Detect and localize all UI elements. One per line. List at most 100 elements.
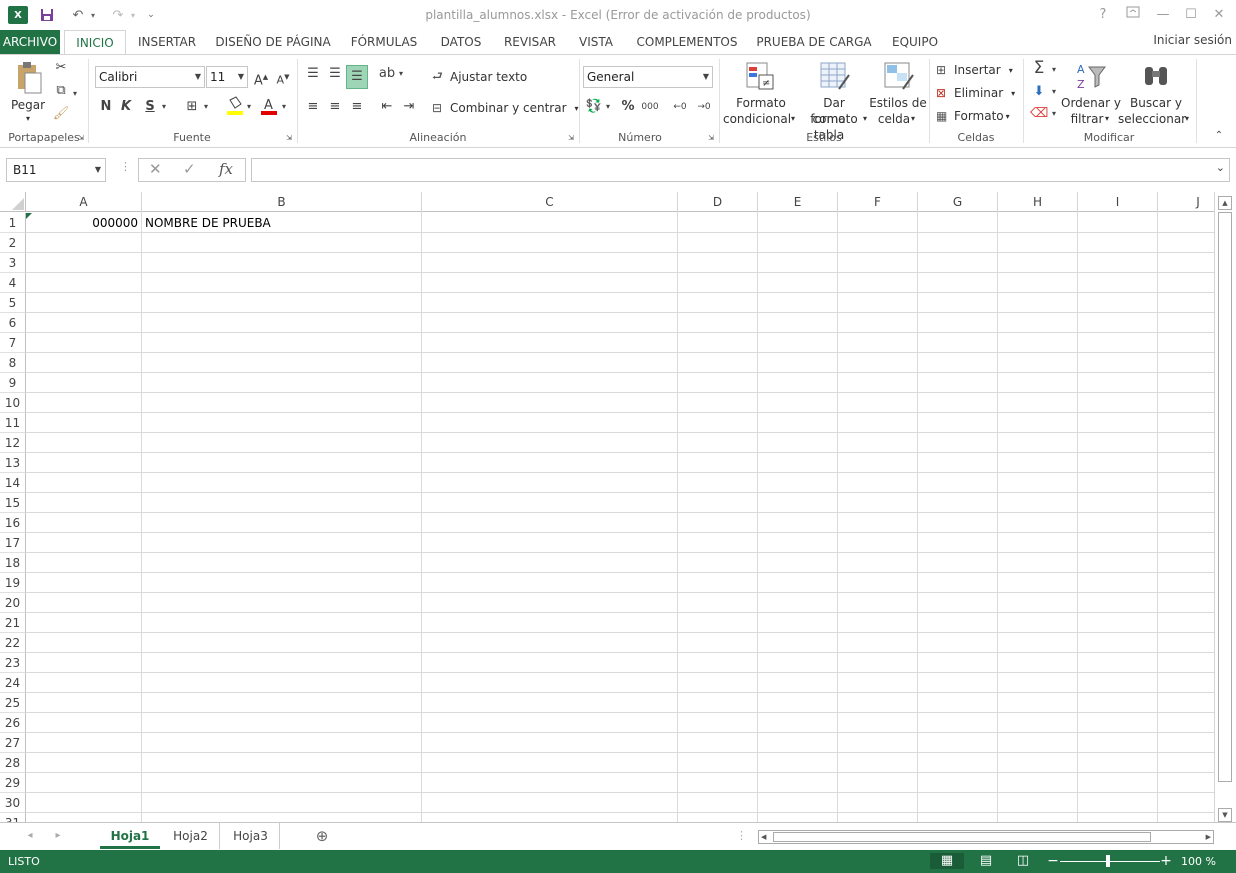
page-break-view-icon[interactable]: ◫: [1014, 853, 1032, 869]
dialog-launcher-icon[interactable]: ⇲: [76, 133, 86, 143]
row-header[interactable]: 22: [0, 633, 26, 653]
sheet-tab-hoja1[interactable]: Hoja1: [100, 823, 160, 849]
tab-formulas[interactable]: FÓRMULAS: [344, 30, 424, 54]
decrease-font-icon[interactable]: A▼: [274, 68, 292, 87]
increase-decimal-icon[interactable]: ←0: [670, 98, 690, 116]
cancel-icon[interactable]: ✕: [149, 160, 162, 178]
zoom-slider-thumb[interactable]: [1106, 855, 1110, 867]
align-middle-icon[interactable]: ☰: [326, 65, 344, 83]
find-select-label-1[interactable]: Buscar y: [1124, 95, 1188, 111]
font-size-dropdown[interactable]: 11 ▼: [206, 66, 248, 88]
paste-dropdown-icon[interactable]: ▾: [8, 111, 48, 127]
collapse-ribbon-icon[interactable]: ⌃: [1212, 129, 1226, 143]
conditional-format-label-1[interactable]: Formato: [722, 95, 800, 111]
row-header[interactable]: 14: [0, 473, 26, 493]
scroll-right-icon[interactable]: ▶: [1206, 831, 1211, 843]
help-icon[interactable]: ?: [1092, 5, 1114, 25]
fill-color-dropdown-icon[interactable]: ▾: [244, 98, 254, 116]
row-header[interactable]: 30: [0, 793, 26, 813]
fill-color-icon[interactable]: [226, 96, 244, 115]
dialog-launcher-icon[interactable]: ⇲: [284, 133, 294, 143]
horizontal-scrollbar[interactable]: ◀ ▶: [758, 830, 1214, 844]
tab-split-grip-icon[interactable]: ⋮: [736, 823, 747, 849]
borders-dropdown-icon[interactable]: ▾: [201, 98, 211, 116]
sheet-tab-hoja3[interactable]: Hoja3: [222, 823, 280, 849]
close-button[interactable]: ✕: [1208, 5, 1230, 25]
cell-b1[interactable]: NOMBRE DE PRUEBA: [144, 213, 420, 233]
underline-button[interactable]: S: [141, 98, 159, 116]
column-header[interactable]: D: [678, 192, 758, 212]
row-header[interactable]: 19: [0, 573, 26, 593]
insert-function-icon[interactable]: fx: [219, 160, 233, 178]
orientation-icon[interactable]: ab: [378, 65, 396, 83]
row-header[interactable]: 27: [0, 733, 26, 753]
row-header[interactable]: 24: [0, 673, 26, 693]
select-all-corner[interactable]: [0, 192, 26, 212]
scissors-icon[interactable]: ✂: [52, 59, 70, 77]
decrease-decimal-icon[interactable]: →0: [694, 98, 714, 116]
row-header[interactable]: 15: [0, 493, 26, 513]
zoom-in-icon[interactable]: +: [1157, 853, 1175, 869]
eraser-icon[interactable]: ⌫: [1030, 105, 1048, 123]
insert-cells-button[interactable]: ⊞ Insertar ▾: [936, 61, 1013, 79]
cell-a1[interactable]: 000000: [26, 213, 140, 233]
normal-view-icon[interactable]: ▦: [930, 853, 964, 869]
column-header[interactable]: E: [758, 192, 838, 212]
conditional-format-label-2[interactable]: condicional: [722, 111, 792, 127]
dialog-launcher-icon[interactable]: ⇲: [706, 133, 716, 143]
cell-styles-dropdown-icon[interactable]: ▾: [908, 111, 918, 127]
binoculars-icon[interactable]: [1140, 61, 1172, 93]
tab-equipo[interactable]: EQUIPO: [884, 30, 946, 54]
worksheet-grid[interactable]: A B C D E F G H I J 1 2 3 4 5 6 7 8 9 10 11 12 13 14 1…: [0, 192, 1236, 822]
clear-dropdown-icon[interactable]: ▾: [1049, 105, 1059, 123]
column-header[interactable]: B: [142, 192, 422, 212]
font-color-icon[interactable]: A: [260, 96, 278, 115]
row-header[interactable]: 8: [0, 353, 26, 373]
minimize-button[interactable]: —: [1152, 5, 1174, 25]
column-header[interactable]: C: [422, 192, 678, 212]
tab-archivo[interactable]: ARCHIVO: [0, 30, 60, 54]
sort-filter-dropdown-icon[interactable]: ▾: [1102, 111, 1112, 127]
sheet-tab-hoja2[interactable]: Hoja2: [162, 823, 220, 849]
row-header[interactable]: 10: [0, 393, 26, 413]
row-header[interactable]: 26: [0, 713, 26, 733]
currency-icon[interactable]: 💱: [585, 98, 603, 116]
fill-icon[interactable]: ⬇: [1030, 83, 1048, 101]
scroll-left-icon[interactable]: ◀: [761, 831, 766, 843]
vertical-scrollbar[interactable]: ▲ ▼: [1214, 192, 1236, 822]
name-box[interactable]: B11 ▼: [6, 158, 106, 182]
decrease-indent-icon[interactable]: ⇤: [378, 98, 396, 116]
number-format-dropdown[interactable]: General ▼: [583, 66, 713, 88]
percent-button[interactable]: %: [619, 98, 637, 116]
bold-button[interactable]: N: [97, 98, 115, 116]
merge-center-button[interactable]: ⊟ Combinar y centrar ▾: [432, 99, 579, 117]
column-header[interactable]: G: [918, 192, 998, 212]
tab-complementos[interactable]: COMPLEMENTOS: [630, 30, 744, 54]
italic-button[interactable]: K: [117, 98, 135, 116]
fill-dropdown-icon[interactable]: ▾: [1049, 83, 1059, 101]
formula-bar-grip-icon[interactable]: ⋮: [120, 160, 131, 173]
align-center-icon[interactable]: ≡: [326, 98, 344, 116]
cell-styles-label-1[interactable]: Estilos de: [868, 95, 928, 111]
scroll-down-icon[interactable]: ▼: [1218, 808, 1232, 822]
column-header[interactable]: I: [1078, 192, 1158, 212]
expand-formula-icon[interactable]: ⌄: [1216, 161, 1225, 174]
font-color-dropdown-icon[interactable]: ▾: [279, 98, 289, 116]
increase-indent-icon[interactable]: ⇥: [400, 98, 418, 116]
row-header[interactable]: 31: [0, 813, 26, 822]
row-header[interactable]: 16: [0, 513, 26, 533]
autosum-icon[interactable]: Σ: [1030, 59, 1048, 77]
tab-datos[interactable]: DATOS: [432, 30, 490, 54]
row-header[interactable]: 18: [0, 553, 26, 573]
copy-icon[interactable]: ⧉: [52, 82, 70, 100]
row-header[interactable]: 28: [0, 753, 26, 773]
row-header[interactable]: 7: [0, 333, 26, 353]
formula-input[interactable]: ⌄: [251, 158, 1230, 182]
currency-dropdown-icon[interactable]: ▾: [603, 98, 613, 116]
row-header[interactable]: 5: [0, 293, 26, 313]
row-header[interactable]: 6: [0, 313, 26, 333]
row-header[interactable]: 23: [0, 653, 26, 673]
align-top-icon[interactable]: ☰: [304, 65, 322, 83]
zoom-level[interactable]: 100 %: [1181, 850, 1216, 873]
tab-inicio[interactable]: INICIO: [64, 30, 126, 55]
